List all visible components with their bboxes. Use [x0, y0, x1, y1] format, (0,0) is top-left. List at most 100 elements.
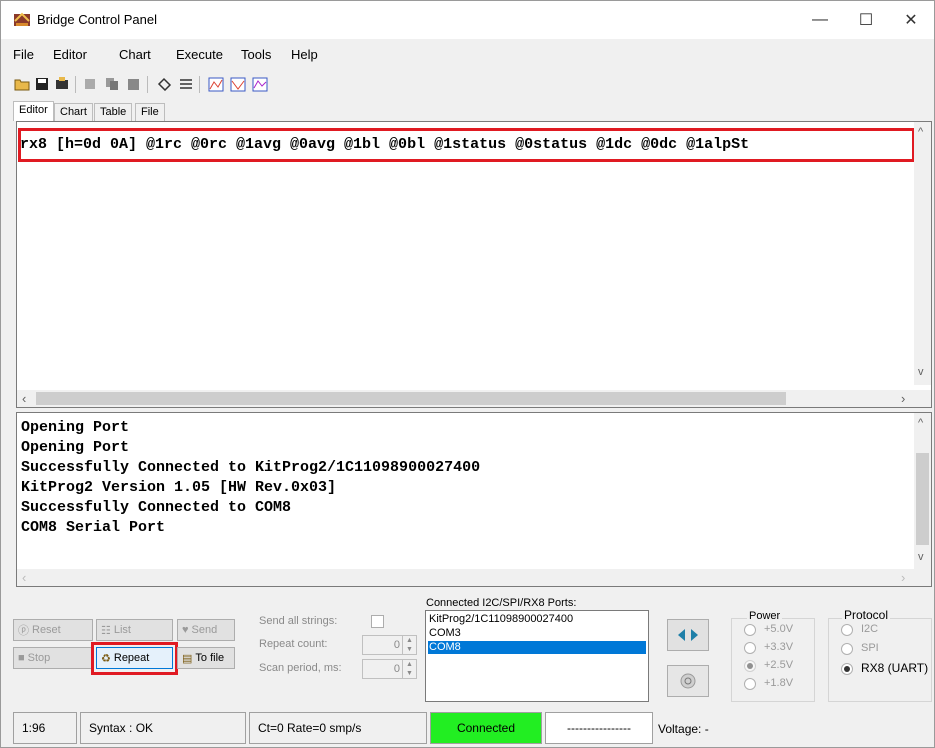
power-1v8-radio[interactable] [744, 678, 756, 690]
command-editor[interactable]: rx8 [h=0d 0A] @1rc @0rc @1avg @0avg @1bl… [16, 121, 932, 408]
clear-icon[interactable] [155, 75, 173, 93]
syntax-status: Syntax : OK [80, 712, 246, 744]
open-icon[interactable] [13, 75, 31, 93]
stop-button[interactable]: ■ Stop [13, 647, 93, 669]
send-all-strings-label: Send all strings: [259, 615, 338, 627]
protocol-i2c-radio[interactable] [841, 624, 853, 636]
status-bar: 1:96 Syntax : OK Ct=0 Rate=0 smp/s Conne… [1, 709, 934, 747]
stop-icon: ■ [18, 652, 25, 664]
scan-period-value: 0 [393, 663, 400, 675]
list-icon[interactable] [177, 75, 195, 93]
scan-period-label: Scan period, ms: [259, 662, 342, 674]
log-line: COM8 Serial Port [21, 519, 166, 536]
send-button[interactable]: ♥ Send [177, 619, 235, 641]
window-title: Bridge Control Panel [37, 12, 157, 27]
menu-bar: File Editor Chart Execute Tools Help [1, 45, 934, 67]
scan-period-stepper[interactable]: 0 ▲ ▼ [362, 659, 417, 679]
rate-status: Ct=0 Rate=0 smp/s [249, 712, 427, 744]
tab-chart[interactable]: Chart [54, 103, 93, 121]
scroll-up-icon[interactable]: ^ [918, 417, 923, 429]
copy-icon[interactable] [103, 75, 121, 93]
cursor-position: 1:96 [13, 712, 77, 744]
toolbar [1, 73, 934, 97]
power-3v3-radio[interactable] [744, 642, 756, 654]
port-item-selected[interactable]: COM8 [428, 641, 646, 654]
power-toggle-button[interactable] [667, 665, 709, 697]
port-item[interactable]: KitProg2/1C11098900027400 [428, 613, 646, 626]
power-3v3-label: +3.3V [764, 641, 794, 653]
log-line: KitProg2 Version 1.05 [HW Rev.0x03] [21, 479, 337, 496]
ports-list[interactable]: KitProg2/1C11098900027400 COM3 COM8 [425, 610, 649, 702]
reset-icon: ⓟ [18, 625, 29, 637]
chart-icon[interactable] [207, 75, 225, 93]
power-1v8-label: +1.8V [764, 677, 794, 689]
toolbar-separator [75, 76, 76, 93]
connect-toggle-button[interactable] [667, 619, 709, 651]
editor-vertical-scrollbar[interactable]: ^ v [914, 122, 931, 385]
cut-icon[interactable] [81, 75, 99, 93]
menu-editor[interactable]: Editor [53, 47, 87, 62]
bridge-tool-icon[interactable] [53, 75, 71, 93]
menu-execute[interactable]: Execute [176, 47, 223, 62]
scroll-thumb[interactable] [916, 453, 929, 545]
ports-label: Connected I2C/SPI/RX8 Ports: [426, 597, 577, 609]
spin-arrows-icon[interactable]: ▲ ▼ [402, 660, 416, 678]
menu-chart[interactable]: Chart [119, 47, 151, 62]
file-icon: ▤ [182, 652, 193, 665]
scroll-down-icon[interactable]: v [918, 551, 924, 563]
log-line: Successfully Connected to COM8 [21, 499, 292, 516]
bridge-control-panel-window: Bridge Control Panel — ☐ ✕ File Editor C… [0, 0, 935, 748]
scroll-down-icon[interactable]: v [918, 366, 924, 378]
scroll-right-icon[interactable]: › [901, 570, 905, 585]
repeat-count-value: 0 [393, 639, 400, 651]
log-line: Successfully Connected to KitProg2/1C110… [21, 459, 481, 476]
port-item[interactable]: COM3 [428, 627, 646, 640]
voltage-status: Voltage: - [658, 722, 709, 736]
log-horizontal-scrollbar[interactable]: ‹ › [17, 569, 931, 586]
scroll-left-icon[interactable]: ‹ [22, 391, 26, 406]
protocol-i2c-label: I2C [861, 623, 879, 635]
tab-file[interactable]: File [135, 103, 165, 121]
menu-file[interactable]: File [13, 47, 34, 62]
scroll-left-icon[interactable]: ‹ [22, 570, 26, 585]
protocol-spi-radio[interactable] [841, 643, 853, 655]
send-all-strings-checkbox[interactable] [371, 615, 384, 628]
protocol-title: Protocol [842, 608, 891, 622]
progress-status: ---------------- [545, 712, 653, 744]
list-icon: ☷ [101, 624, 111, 637]
minimize-button[interactable]: — [797, 1, 843, 39]
power-icon [680, 673, 696, 689]
command-highlight-box [18, 128, 915, 162]
log-line: Opening Port [21, 439, 130, 456]
power-2v5-radio[interactable] [744, 660, 756, 672]
power-5v-radio[interactable] [744, 624, 756, 636]
title-bar: Bridge Control Panel — ☐ ✕ [1, 1, 934, 39]
paste-icon[interactable] [125, 75, 143, 93]
toolbar-separator [199, 76, 200, 93]
repeat-count-label: Repeat count: [259, 638, 328, 650]
close-button[interactable]: ✕ [888, 1, 934, 39]
scroll-right-icon[interactable]: › [901, 391, 905, 406]
tab-table[interactable]: Table [94, 103, 133, 121]
chart-export-icon[interactable] [251, 75, 269, 93]
list-button[interactable]: ☷ List [96, 619, 173, 641]
menu-tools[interactable]: Tools [241, 47, 271, 62]
output-log: Opening Port Opening Port Successfully C… [16, 412, 932, 587]
spin-arrows-icon[interactable]: ▲ ▼ [402, 636, 416, 654]
maximize-button[interactable]: ☐ [843, 1, 889, 39]
scroll-thumb[interactable] [36, 392, 786, 405]
menu-help[interactable]: Help [291, 47, 318, 62]
scroll-up-icon[interactable]: ^ [918, 126, 923, 138]
log-line: Opening Port [21, 419, 130, 436]
tab-editor[interactable]: Editor [13, 101, 54, 121]
reset-button[interactable]: ⓟ Reset [13, 619, 93, 641]
to-file-button[interactable]: ▤ To file [177, 647, 235, 669]
log-vertical-scrollbar[interactable]: ^ v [914, 413, 931, 569]
save-icon[interactable] [33, 75, 51, 93]
protocol-spi-label: SPI [861, 642, 879, 654]
protocol-rx8-radio[interactable] [841, 663, 853, 675]
repeat-count-stepper[interactable]: 0 ▲ ▼ [362, 635, 417, 655]
toolbar-separator [147, 76, 148, 93]
editor-horizontal-scrollbar[interactable]: ‹ › [17, 390, 931, 407]
chart-alt-icon[interactable] [229, 75, 247, 93]
